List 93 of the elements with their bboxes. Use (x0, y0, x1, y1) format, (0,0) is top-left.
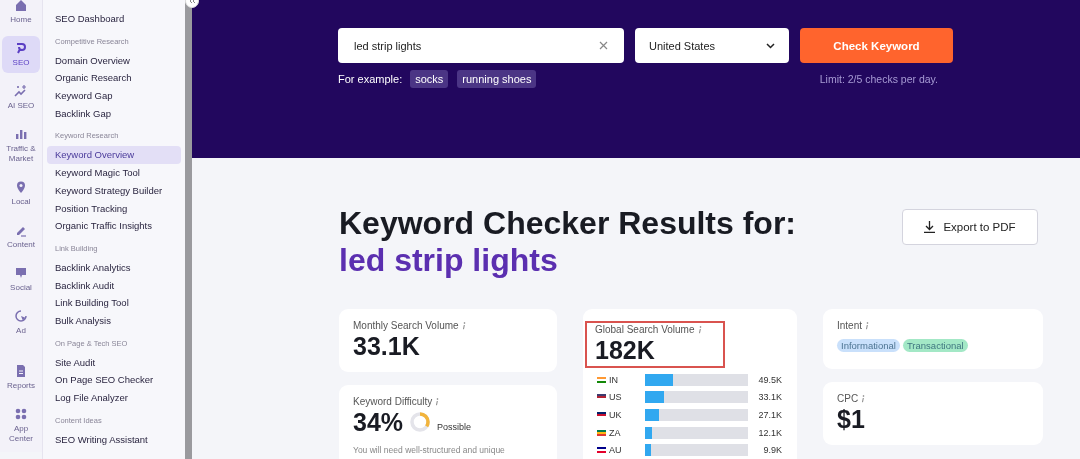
rail-label: SEO (12, 58, 30, 68)
info-icon[interactable] (435, 397, 440, 406)
rail-label: Local (11, 197, 31, 207)
metric-label: Intent (837, 320, 863, 331)
rail-nav-item[interactable]: Home (2, 0, 40, 30)
target-cursor-icon (14, 309, 28, 323)
rail-label: Home (10, 15, 32, 25)
rail-nav-item[interactable]: Traffic & Market (2, 122, 40, 169)
example-chip[interactable]: socks (410, 70, 449, 88)
metric-value: 182K (595, 335, 656, 365)
examples-label: For example: (338, 73, 403, 85)
rail-nav-item[interactable]: AI SEO (2, 79, 40, 116)
chat-bubble-icon (14, 266, 28, 280)
info-icon[interactable] (865, 321, 870, 330)
info-icon[interactable] (461, 321, 466, 330)
menu-item[interactable]: Organic Research (47, 69, 181, 88)
menu-item[interactable]: SEO Writing Assistant (47, 430, 181, 449)
menu-item[interactable]: Position Tracking (47, 199, 181, 218)
rail-nav-item[interactable]: App Center (2, 402, 40, 449)
menu-item[interactable]: Domain Overview (47, 51, 181, 70)
rail-label: Content (7, 240, 35, 250)
flag-icon (597, 447, 606, 454)
country-volume: 12.1K (758, 427, 782, 438)
intent-tag: Informational (837, 339, 900, 352)
menu-item[interactable]: Backlink Gap (47, 104, 181, 123)
limit-text: Limit: 2/5 checks per day. (819, 73, 938, 85)
flag-icon (597, 376, 606, 383)
menu-item[interactable]: Keyword Gap (47, 87, 181, 105)
location-pin-icon (14, 180, 28, 194)
menu-item[interactable]: Keyword Overview (47, 146, 181, 165)
example-chip[interactable]: running shoes (457, 70, 537, 88)
menu-item[interactable]: On Page SEO Checker (47, 371, 181, 389)
rail-label: Traffic & Market (5, 144, 37, 164)
rail-label: AI SEO (7, 101, 35, 111)
rail-nav-item[interactable]: SEO (2, 36, 40, 73)
country-code: AU (609, 445, 623, 456)
rail-label: Ad (16, 326, 26, 336)
home-icon (14, 0, 28, 12)
rail-nav-item[interactable]: Reports (2, 359, 40, 396)
bar-chart-icon (14, 127, 28, 141)
country-code: ZA (609, 427, 622, 438)
intent-tag: Transactional (902, 339, 968, 352)
keyword-input[interactable]: led strip lights (338, 28, 624, 63)
info-icon[interactable] (697, 325, 702, 334)
flag-icon (597, 394, 606, 401)
difficulty-description: You will need well-structured and unique (353, 445, 506, 455)
clear-icon[interactable] (599, 41, 608, 50)
menu-item[interactable]: Link Building Tool (47, 294, 181, 312)
menu-item[interactable]: Organic Traffic Insights (47, 217, 181, 235)
metric-label: Monthly Search Volume (353, 320, 459, 331)
metric-value: 34% (353, 407, 404, 437)
rail-nav-item[interactable]: Local (2, 175, 40, 212)
seo-logo-icon (14, 41, 28, 55)
export-pdf-button[interactable]: Export to PDF (902, 209, 1038, 245)
metric-label: CPC (837, 393, 859, 404)
input-value: led strip lights (354, 39, 422, 52)
menu-item[interactable]: Keyword Magic Tool (47, 164, 181, 182)
metric-value: 33.1K (353, 331, 421, 361)
app-grid-icon (14, 407, 28, 421)
flag-icon (597, 412, 606, 418)
flag-icon (597, 429, 606, 436)
country-volume: 27.1K (758, 410, 782, 420)
country-code: US (609, 392, 623, 403)
metric-label: Keyword Difficulty (353, 396, 433, 407)
menu-item[interactable]: Backlink Analytics (47, 258, 181, 277)
menu-item[interactable]: Keyword Strategy Builder (47, 181, 181, 200)
metric-label: Global Search Volume (595, 324, 695, 335)
sparkle-chart-icon (14, 84, 28, 98)
rail-nav-item[interactable]: Ad (2, 304, 40, 341)
country-code: IN (609, 374, 619, 385)
menu-item[interactable]: SEO Dashboard (47, 10, 181, 28)
document-icon (14, 364, 28, 378)
rail-label: Reports (7, 381, 35, 391)
rail-nav-item[interactable]: Social (2, 261, 40, 298)
country-select[interactable]: United States (635, 28, 789, 63)
rail-nav-item[interactable]: Content (2, 218, 40, 255)
country-volume: 33.1K (758, 392, 782, 403)
menu-item[interactable]: Log File Analyzer (47, 389, 181, 407)
rail-label: Social (10, 283, 32, 293)
metric-value: $1 (837, 404, 866, 434)
info-icon[interactable] (861, 394, 866, 403)
country-code: UK (609, 410, 623, 420)
download-icon (924, 221, 936, 233)
rail-label: App Center (8, 424, 34, 444)
difficulty-rating: Possible (437, 422, 472, 432)
country-volume: 49.5K (758, 374, 782, 385)
menu-item[interactable]: Bulk Analysis (47, 311, 181, 330)
country-volume: 9.9K (763, 445, 782, 456)
select-value: United States (649, 39, 716, 52)
results-heading: Keyword Checker Results for: led strip lights (339, 205, 797, 279)
chevron-down-icon (766, 42, 775, 49)
menu-item[interactable]: Backlink Audit (47, 276, 181, 295)
menu-item[interactable]: Site Audit (47, 353, 181, 372)
